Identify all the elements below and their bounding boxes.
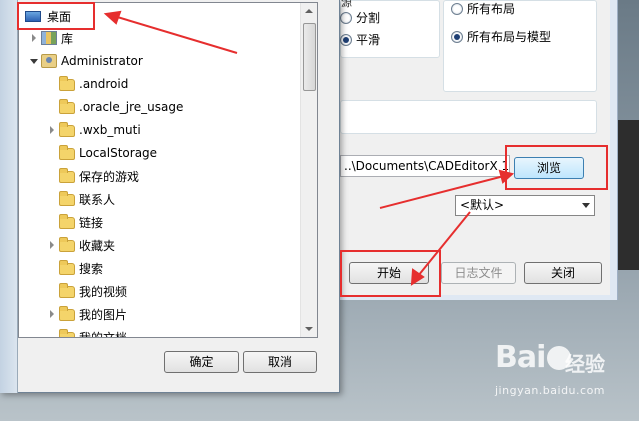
watermark-tail: 经验	[565, 352, 605, 376]
watermark-url: jingyan.baidu.com	[495, 384, 606, 397]
arrow-to-browse	[379, 175, 505, 209]
watermark-logo: Bai	[495, 340, 573, 375]
arrowhead-icon	[103, 10, 122, 25]
watermark-brand: Bai	[495, 340, 546, 375]
baidu-watermark: Bai 经验 jingyan.baidu.com	[495, 340, 635, 410]
arrow-to-start	[417, 211, 471, 277]
arrowhead-icon	[498, 169, 515, 184]
arrow-to-desktop	[113, 15, 238, 54]
